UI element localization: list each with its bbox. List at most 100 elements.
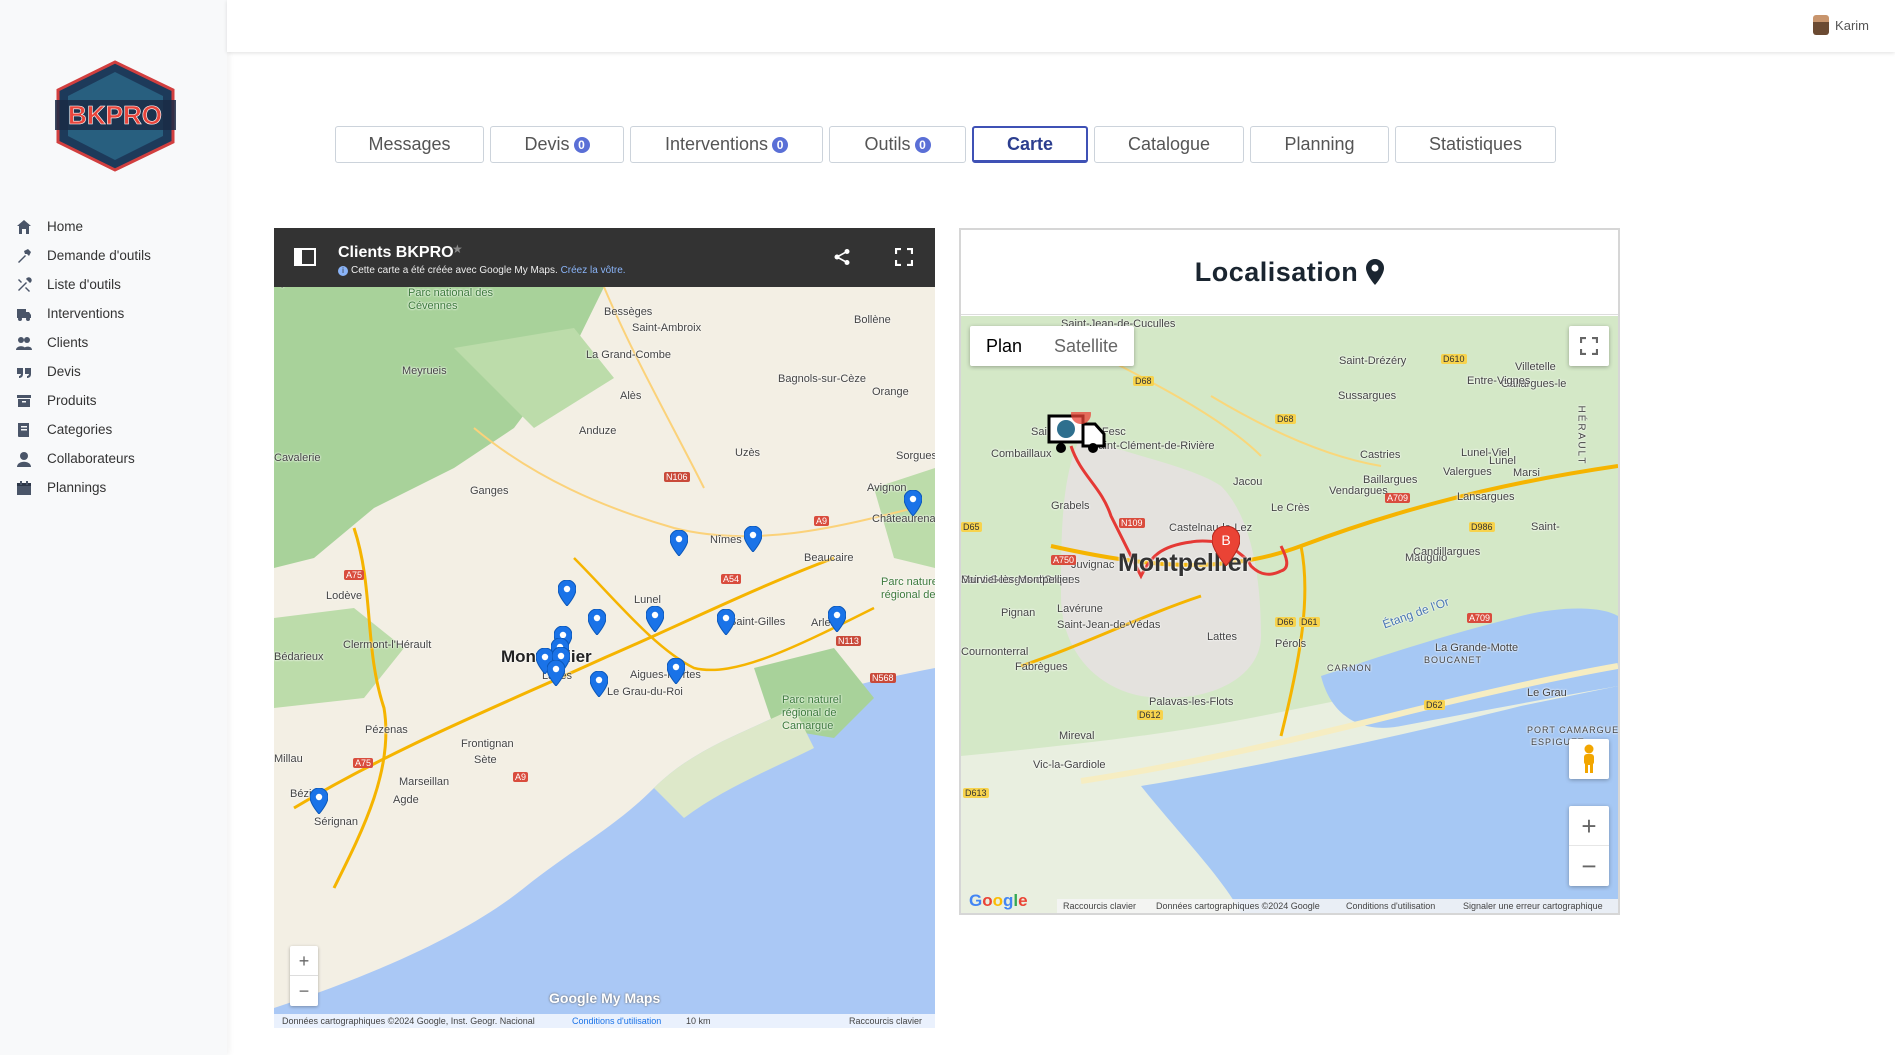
keyboard-shortcuts-link[interactable]: Raccourcis clavier <box>1063 901 1136 911</box>
mymap-shortcuts-link[interactable]: Raccourcis clavier <box>849 1016 922 1026</box>
mymap-terms-link[interactable]: Conditions d'utilisation <box>572 1016 661 1026</box>
tab-catalogue[interactable]: Catalogue <box>1094 126 1244 163</box>
map-place-label: Nîmes <box>710 534 742 546</box>
client-pin-icon[interactable] <box>717 609 735 635</box>
sidebar-item-devis[interactable]: Devis <box>0 357 227 386</box>
sidebar-item-collaborateurs[interactable]: Collaborateurs <box>0 444 227 473</box>
road-label: D66 <box>1275 617 1296 627</box>
topbar: Karim <box>227 0 1895 52</box>
client-pin-icon[interactable] <box>828 606 846 632</box>
tab-count-badge: 0 <box>914 136 931 153</box>
user-menu[interactable]: Karim <box>1813 15 1869 35</box>
route-map-zoom-in-button[interactable]: + <box>1569 806 1609 846</box>
road-label: D613 <box>963 788 989 798</box>
client-pin-icon[interactable] <box>590 671 608 697</box>
marker-b-icon[interactable]: B <box>1212 526 1240 566</box>
tab-planning[interactable]: Planning <box>1250 126 1389 163</box>
map-place-label: Juvignac <box>1071 559 1115 571</box>
tab-label: Messages <box>368 134 451 154</box>
logo[interactable]: BKPRO <box>53 60 178 172</box>
mymap-zoom-in-button[interactable]: + <box>290 946 318 976</box>
tab-label: Planning <box>1284 134 1355 154</box>
localisation-header: Localisation <box>961 230 1618 315</box>
map-place-label: Frontignan <box>461 738 514 750</box>
map-type-satellite-button[interactable]: Satellite <box>1038 326 1134 366</box>
street-view-button[interactable] <box>1569 739 1609 779</box>
client-pin-icon[interactable] <box>558 580 576 606</box>
map-place-label: Castries <box>1360 449 1401 461</box>
tab-messages[interactable]: Messages <box>335 126 484 163</box>
map-place-label: Agde <box>393 794 419 806</box>
road-label: N568 <box>870 673 896 683</box>
fullscreen-icon <box>1580 337 1598 355</box>
localisation-title: Localisation <box>1194 256 1359 287</box>
sidebar-item-label: Devis <box>47 364 81 379</box>
sidebar-item-plannings[interactable]: Plannings <box>0 473 227 502</box>
sidebar-item-liste-d-outils[interactable]: Liste d'outils <box>0 270 227 299</box>
map-place-label: Saint-Clément-de-Rivière <box>1091 440 1215 452</box>
sidebar-item-label: Home <box>47 219 84 234</box>
sidebar-toggle-icon[interactable] <box>294 248 316 266</box>
client-pin-icon[interactable] <box>667 658 685 684</box>
mymap-zoom-control: + − <box>290 946 318 1006</box>
map-type-plan-button[interactable]: Plan <box>970 326 1038 366</box>
map-fullscreen-button[interactable] <box>1569 326 1609 366</box>
tab-carte[interactable]: Carte <box>972 126 1088 163</box>
mymap-zoom-out-button[interactable]: − <box>290 976 318 1006</box>
client-pin-icon[interactable] <box>744 526 762 552</box>
client-pin-icon[interactable] <box>310 788 328 814</box>
road-label: D61 <box>1299 617 1320 627</box>
map-place-label: Boucanet <box>1424 655 1483 665</box>
route-map-zoom-control: + − <box>1569 806 1609 886</box>
sidebar-item-produits[interactable]: Produits <box>0 386 227 415</box>
tab-label: Outils <box>864 134 911 154</box>
map-place-label: Parc naturel régional de Camargue <box>782 694 842 732</box>
map-place-label: Le Grau <box>1527 687 1567 699</box>
map-place-label: Parc national des Cévennes <box>408 287 493 312</box>
road-label: N109 <box>1119 518 1145 528</box>
sidebar-item-home[interactable]: Home <box>0 212 227 241</box>
report-error-link[interactable]: Signaler une erreur cartographique <box>1463 901 1603 911</box>
route-map[interactable]: Saint-Jean-de-Cuculles Saint-Drézéry Ville… <box>961 316 1618 913</box>
map-pin-icon <box>1366 259 1385 285</box>
client-pin-icon[interactable] <box>588 609 606 635</box>
tab-outils[interactable]: Outils 0 <box>829 126 966 163</box>
sidebar-item-interventions[interactable]: Interventions <box>0 299 227 328</box>
tab-devis[interactable]: Devis 0 <box>490 126 624 163</box>
mymap-header: Clients BKPRO ★ i Cette carte a été créée… <box>274 228 935 287</box>
client-pin-icon[interactable] <box>547 660 565 686</box>
book-icon <box>14 422 34 438</box>
clients-map[interactable]: Parc national des Cévennes Bessèges Saint-… <box>274 228 935 1028</box>
map-place-label: Lavérune <box>1057 603 1103 615</box>
map-place-label: Sorgues <box>896 450 935 462</box>
sidebar-item-clients[interactable]: Clients <box>0 328 227 357</box>
road-label: D986 <box>1469 522 1495 532</box>
client-pin-icon[interactable] <box>670 530 688 556</box>
map-place-label: Fabrègues <box>1015 661 1068 673</box>
fullscreen-icon[interactable] <box>895 248 913 266</box>
map-type-control: Plan Satellite <box>970 326 1135 366</box>
logo-text: BKPRO <box>68 100 162 130</box>
sidebar-item-demande-d-outils[interactable]: Demande d'outils <box>0 241 227 270</box>
terms-link[interactable]: Conditions d'utilisation <box>1346 901 1435 911</box>
road-label: D610 <box>1441 354 1467 364</box>
users-icon <box>14 335 34 351</box>
sidebar-item-categories[interactable]: Categories <box>0 415 227 444</box>
client-pin-icon[interactable] <box>646 606 664 632</box>
map-place-label: Murviel-lès-Montpellier <box>961 574 1072 586</box>
map-place-label: Marsi <box>1513 467 1540 479</box>
route-map-zoom-out-button[interactable]: − <box>1569 846 1609 886</box>
map-place-label: Clermont-l'Hérault <box>343 639 432 651</box>
user-name: Karim <box>1835 17 1869 33</box>
map-place-label: Lodève <box>326 590 363 602</box>
map-place-label: Entre-Vignes <box>1467 375 1531 387</box>
share-icon[interactable] <box>833 248 851 266</box>
client-pin-icon[interactable] <box>904 490 922 516</box>
road-label: A709 <box>1467 613 1493 623</box>
sidebar-item-label: Collaborateurs <box>47 451 135 466</box>
map-place-label: Saint-Jean-de-Védas <box>1057 619 1161 631</box>
star-icon[interactable]: ★ <box>452 242 463 256</box>
create-map-link[interactable]: Créez la vôtre. <box>561 265 626 276</box>
tab-statistiques[interactable]: Statistiques <box>1395 126 1556 163</box>
tab-interventions[interactable]: Interventions 0 <box>630 126 823 163</box>
